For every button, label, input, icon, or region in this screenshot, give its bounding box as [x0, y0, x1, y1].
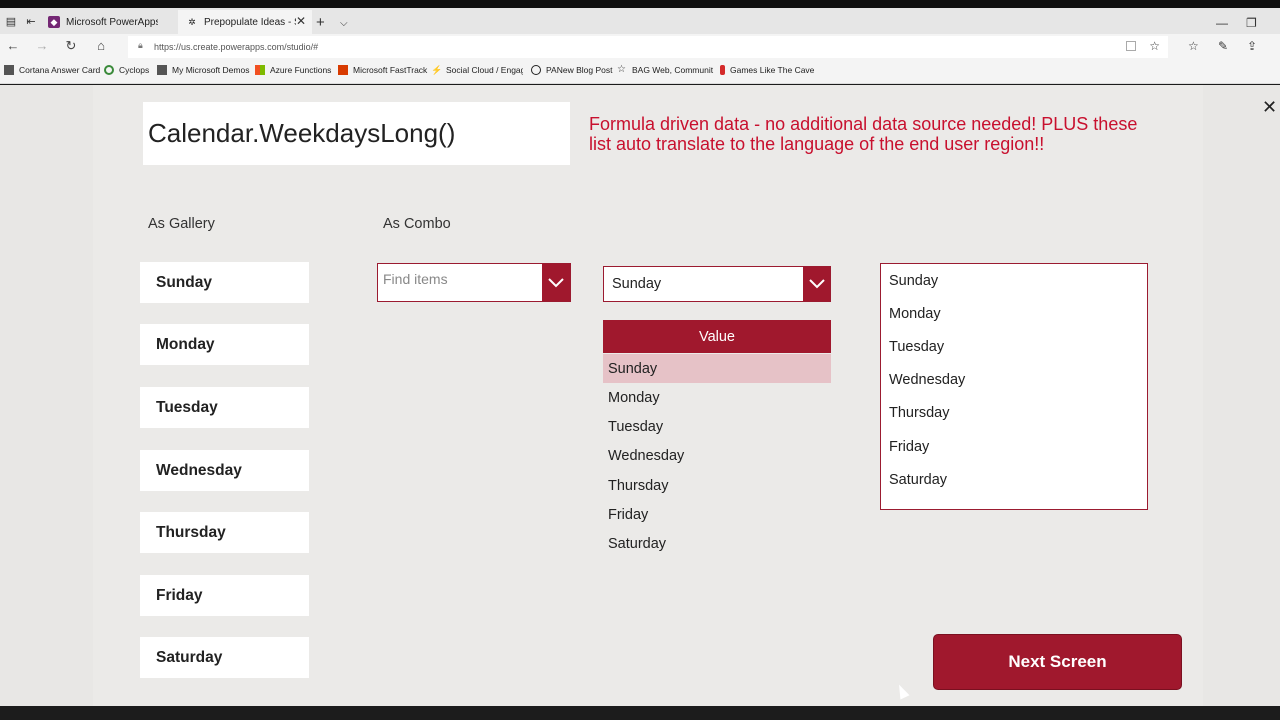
table-row[interactable]: Thursday: [603, 471, 831, 500]
gallery-item-monday[interactable]: Monday: [140, 324, 309, 365]
favorites-bar: Cortana Answer Card Cyclops My Microsoft…: [0, 60, 1280, 84]
favorite-item[interactable]: Cortana Answer Card: [4, 65, 100, 75]
favorite-label: Microsoft FastTrack: [353, 65, 428, 75]
combo-box[interactable]: Find items: [377, 263, 571, 302]
favorite-label: Cyclops: [119, 65, 150, 75]
gallery-item-sunday[interactable]: Sunday: [140, 262, 309, 303]
link-icon: ⚡: [431, 65, 443, 75]
browser-tab-bar: ▤ ⇤ ◆ Microsoft PowerApps ✲ Prepopulate …: [0, 8, 1280, 34]
favorite-item[interactable]: Cyclops: [104, 65, 149, 75]
list-item[interactable]: Saturday: [889, 472, 947, 488]
favorites-hub-icon[interactable]: ☆: [1188, 39, 1199, 53]
share-icon[interactable]: ⇪: [1247, 39, 1257, 53]
gallery-item-friday[interactable]: Friday: [140, 575, 309, 616]
lock-icon: 🔒︎: [138, 40, 143, 50]
favorite-item[interactable]: ☆ BAG Web, Communit: [617, 64, 714, 76]
close-icon[interactable]: ✕: [1262, 97, 1277, 118]
list-item[interactable]: Wednesday: [889, 372, 965, 388]
new-tab-icon[interactable]: +: [316, 15, 325, 30]
folder-icon: [4, 65, 14, 75]
combo-expand-button[interactable]: [542, 264, 570, 301]
info-note: Formula driven data - no additional data…: [589, 114, 1138, 154]
gallery-item-tuesday[interactable]: Tuesday: [140, 387, 309, 428]
favorite-item[interactable]: PANew Blog Post: [531, 65, 612, 75]
dropdown-value: Sunday: [612, 276, 662, 292]
combo-label: As Combo: [383, 216, 451, 232]
dropdown-expand-button[interactable]: [803, 267, 830, 301]
favorite-item[interactable]: Azure Functions: [255, 65, 331, 75]
bookmark-icon: [720, 65, 725, 75]
home-icon[interactable]: ⌂: [92, 38, 110, 53]
favorite-label: Social Cloud / Engage: [446, 65, 523, 75]
list-item[interactable]: Tuesday: [889, 339, 944, 355]
url-field[interactable]: 🔒︎ https://us.create.powerapps.com/studi…: [128, 36, 1168, 58]
favorite-star-icon[interactable]: ☆: [1149, 39, 1160, 53]
favorite-label: Azure Functions: [270, 65, 332, 75]
set-aside-tabs-icon[interactable]: ⇤: [20, 8, 42, 34]
list-item[interactable]: Monday: [889, 306, 941, 322]
circle-icon: [104, 65, 114, 75]
chevron-down-icon[interactable]: ⌵: [340, 18, 348, 29]
wordpress-icon: [531, 65, 541, 75]
table-row[interactable]: Sunday: [603, 354, 831, 383]
star-icon: ☆: [617, 64, 626, 75]
favorite-item[interactable]: My Microsoft Demos: [157, 65, 249, 75]
forward-icon[interactable]: →: [33, 38, 51, 53]
gallery-label: As Gallery: [148, 216, 215, 232]
powerapps-icon: ◆: [48, 16, 60, 28]
list-item[interactable]: Sunday: [889, 273, 938, 289]
table-row[interactable]: Tuesday: [603, 412, 831, 441]
tab-title: Prepopulate Ideas - Sav: [204, 16, 296, 28]
restore-icon[interactable]: ❐: [1246, 16, 1257, 30]
chevron-down-icon: [808, 279, 825, 289]
favorite-item[interactable]: ⚡ Social Cloud / Engage: [431, 65, 523, 75]
office-icon: [338, 65, 348, 75]
url-text: https://us.create.powerapps.com/studio/#: [154, 42, 319, 52]
minimize-icon[interactable]: —: [1216, 16, 1228, 30]
bottom-border: [0, 706, 1280, 720]
combo-placeholder: Find items: [383, 271, 448, 287]
folder-icon: [157, 65, 167, 75]
favorite-label: BAG Web, Communit: [632, 65, 714, 75]
close-tab-icon[interactable]: ✕: [296, 14, 306, 28]
favorite-item[interactable]: Games Like The Cave: [720, 65, 814, 75]
studio-icon: ✲: [188, 16, 196, 27]
tab-title: Microsoft PowerApps: [66, 16, 158, 28]
favorite-label: My Microsoft Demos: [172, 65, 250, 75]
table-header-value[interactable]: Value: [603, 320, 831, 353]
favorite-label: Cortana Answer Card: [19, 65, 101, 75]
favorite-label: Games Like The Cave: [730, 65, 815, 75]
tab-powerapps[interactable]: ◆ Microsoft PowerApps: [40, 10, 178, 34]
list-item[interactable]: Thursday: [889, 405, 949, 421]
favorite-label: PANew Blog Post: [546, 65, 613, 75]
chevron-down-icon: [548, 277, 564, 287]
windows-logo-icon: [255, 65, 265, 75]
weekday-dropdown[interactable]: Sunday: [603, 266, 831, 302]
table-row[interactable]: Friday: [603, 500, 831, 529]
refresh-icon[interactable]: ↻: [62, 38, 80, 54]
pen-icon[interactable]: ✎: [1218, 39, 1228, 53]
tab-prepopulate-ideas[interactable]: ✲ Prepopulate Ideas - Sav ✕: [178, 10, 312, 34]
favorite-item[interactable]: Microsoft FastTrack: [338, 65, 427, 75]
table-row[interactable]: Monday: [603, 383, 831, 412]
formula-label: Calendar.WeekdaysLong(): [143, 102, 570, 165]
gallery-item-wednesday[interactable]: Wednesday: [140, 450, 309, 491]
list-item[interactable]: Friday: [889, 439, 929, 455]
weekday-listbox[interactable]: Sunday Monday Tuesday Wednesday Thursday…: [880, 263, 1148, 510]
reading-view-icon[interactable]: [1126, 41, 1136, 51]
gallery-item-thursday[interactable]: Thursday: [140, 512, 309, 553]
gallery-item-saturday[interactable]: Saturday: [140, 637, 309, 678]
next-screen-button[interactable]: Next Screen: [933, 634, 1182, 690]
top-border: [0, 0, 1280, 8]
tab-manager-icon[interactable]: ▤: [0, 8, 22, 34]
address-bar: ← → ↻ ⌂ 🔒︎ https://us.create.powerapps.c…: [0, 34, 1280, 60]
back-icon[interactable]: ←: [4, 38, 22, 53]
table-row[interactable]: Saturday: [603, 529, 831, 558]
table-row[interactable]: Wednesday: [603, 441, 831, 470]
